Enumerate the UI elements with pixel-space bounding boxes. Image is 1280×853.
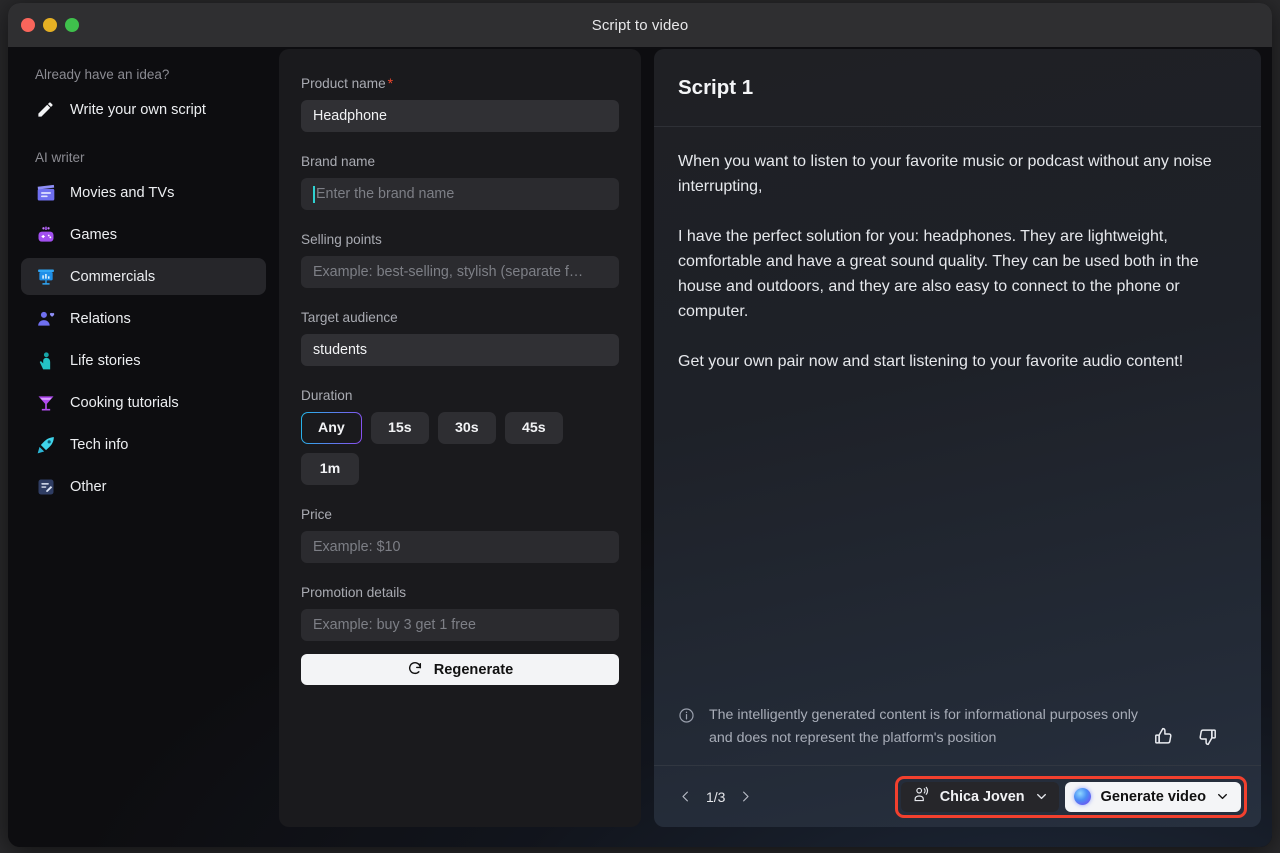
- person-waving-icon: [35, 350, 56, 371]
- promotion-details-input[interactable]: Example: buy 3 get 1 free: [301, 609, 619, 641]
- selling-points-label: Selling points: [301, 232, 619, 247]
- feedback-controls: [1153, 726, 1218, 747]
- script-panel-footer: 1/3 Chica Joven: [654, 765, 1261, 827]
- sidebar-item-label: Games: [70, 227, 117, 243]
- chevron-left-icon[interactable]: [678, 789, 693, 804]
- script-text-body[interactable]: When you want to listen to your favorite…: [654, 127, 1261, 694]
- person-heart-icon: [35, 308, 56, 329]
- refresh-icon: [407, 660, 423, 680]
- window-title: Script to video: [8, 17, 1272, 34]
- brand-name-input[interactable]: Enter the brand name: [301, 178, 619, 210]
- script-paragraph: I have the perfect solution for you: hea…: [678, 224, 1237, 324]
- note-edit-icon: [35, 476, 56, 497]
- target-audience-label: Target audience: [301, 310, 619, 325]
- required-asterisk: *: [388, 75, 393, 91]
- script-pagination: 1/3: [678, 789, 753, 805]
- app-window: Script to video Already have an idea? Wr…: [8, 3, 1272, 847]
- window-body: Already have an idea? Write your own scr…: [8, 47, 1272, 847]
- duration-options: Any 15s 30s 45s 1m: [301, 412, 619, 485]
- duration-label: Duration: [301, 388, 619, 403]
- sidebar-item-label: Other: [70, 479, 107, 495]
- sidebar-item-label: Commercials: [70, 269, 155, 285]
- thumbs-up-icon[interactable]: [1153, 726, 1174, 747]
- voice-selector-button[interactable]: Chica Joven: [901, 782, 1059, 812]
- sidebar-item-life-stories[interactable]: Life stories: [21, 342, 266, 379]
- window-titlebar: Script to video: [8, 3, 1272, 47]
- highlight-box: Chica Joven Generate video: [895, 776, 1247, 818]
- duration-option-45s[interactable]: 45s: [505, 412, 563, 444]
- sidebar-item-label: Relations: [70, 311, 131, 327]
- brand-name-placeholder: Enter the brand name: [316, 186, 454, 202]
- maximize-button[interactable]: [65, 18, 79, 32]
- chevron-down-icon: [1035, 790, 1048, 803]
- sidebar-item-label: Life stories: [70, 353, 141, 369]
- disclaimer-row: The intelligently generated content is f…: [654, 694, 1261, 765]
- traffic-lights: [21, 18, 79, 32]
- script-title: Script 1: [678, 76, 753, 100]
- voice-person-icon: [912, 786, 930, 808]
- sidebar: Already have an idea? Write your own scr…: [8, 47, 279, 847]
- promotion-details-label: Promotion details: [301, 585, 619, 600]
- duration-option-15s[interactable]: 15s: [371, 412, 429, 444]
- rocket-icon: [35, 434, 56, 455]
- duration-option-30s[interactable]: 30s: [438, 412, 496, 444]
- disclaimer-text: The intelligently generated content is f…: [709, 704, 1139, 749]
- chevron-down-icon: [1216, 790, 1229, 803]
- product-name-input[interactable]: Headphone: [301, 100, 619, 132]
- desktop-background: Script to video Already have an idea? Wr…: [0, 0, 1280, 853]
- sidebar-item-label: Write your own script: [70, 102, 206, 118]
- pagination-counter: 1/3: [706, 789, 725, 805]
- sidebar-item-label: Tech info: [70, 437, 128, 453]
- brand-name-label: Brand name: [301, 154, 619, 169]
- voice-label: Chica Joven: [940, 789, 1025, 805]
- sidebar-heading-ai-writer: AI writer: [21, 150, 266, 165]
- sidebar-item-other[interactable]: Other: [21, 468, 266, 505]
- regenerate-label: Regenerate: [434, 662, 514, 678]
- sidebar-item-cooking-tutorials[interactable]: Cooking tutorials: [21, 384, 266, 421]
- sidebar-item-relations[interactable]: Relations: [21, 300, 266, 337]
- chevron-right-icon[interactable]: [738, 789, 753, 804]
- price-input[interactable]: Example: $10: [301, 531, 619, 563]
- clapperboard-icon: [35, 182, 56, 203]
- gamepad-icon: [35, 224, 56, 245]
- close-button[interactable]: [21, 18, 35, 32]
- sidebar-item-games[interactable]: Games: [21, 216, 266, 253]
- presentation-chart-icon: [35, 266, 56, 287]
- generate-video-label: Generate video: [1101, 789, 1206, 805]
- duration-option-any[interactable]: Any: [301, 412, 362, 444]
- thumbs-down-icon[interactable]: [1197, 726, 1218, 747]
- sidebar-item-write-your-own-script[interactable]: Write your own script: [21, 91, 266, 128]
- sidebar-item-tech-info[interactable]: Tech info: [21, 426, 266, 463]
- pencil-icon: [35, 99, 56, 120]
- script-panel-header: Script 1: [654, 49, 1261, 127]
- minimize-button[interactable]: [43, 18, 57, 32]
- ai-orb-icon: [1074, 788, 1091, 805]
- script-paragraph: Get your own pair now and start listenin…: [678, 349, 1237, 374]
- text-caret: [313, 186, 315, 203]
- script-paragraph: When you want to listen to your favorite…: [678, 149, 1237, 199]
- price-label: Price: [301, 507, 619, 522]
- duration-option-1m[interactable]: 1m: [301, 453, 359, 485]
- target-audience-input[interactable]: students: [301, 334, 619, 366]
- sidebar-item-commercials[interactable]: Commercials: [21, 258, 266, 295]
- sidebar-item-label: Movies and TVs: [70, 185, 174, 201]
- info-icon: [678, 707, 695, 729]
- generate-video-button[interactable]: Generate video: [1065, 782, 1241, 812]
- script-settings-form: Product name* Headphone Brand name Enter…: [279, 49, 641, 827]
- footer-actions: Chica Joven Generate video: [895, 776, 1247, 818]
- product-name-label: Product name*: [301, 75, 619, 91]
- sidebar-heading-idea: Already have an idea?: [21, 67, 266, 82]
- script-result-panel: Script 1 When you want to listen to your…: [654, 49, 1261, 827]
- sidebar-item-movies-and-tvs[interactable]: Movies and TVs: [21, 174, 266, 211]
- sidebar-item-label: Cooking tutorials: [70, 395, 179, 411]
- selling-points-input[interactable]: Example: best-selling, stylish (separate…: [301, 256, 619, 288]
- cocktail-glass-icon: [35, 392, 56, 413]
- regenerate-button[interactable]: Regenerate: [301, 654, 619, 685]
